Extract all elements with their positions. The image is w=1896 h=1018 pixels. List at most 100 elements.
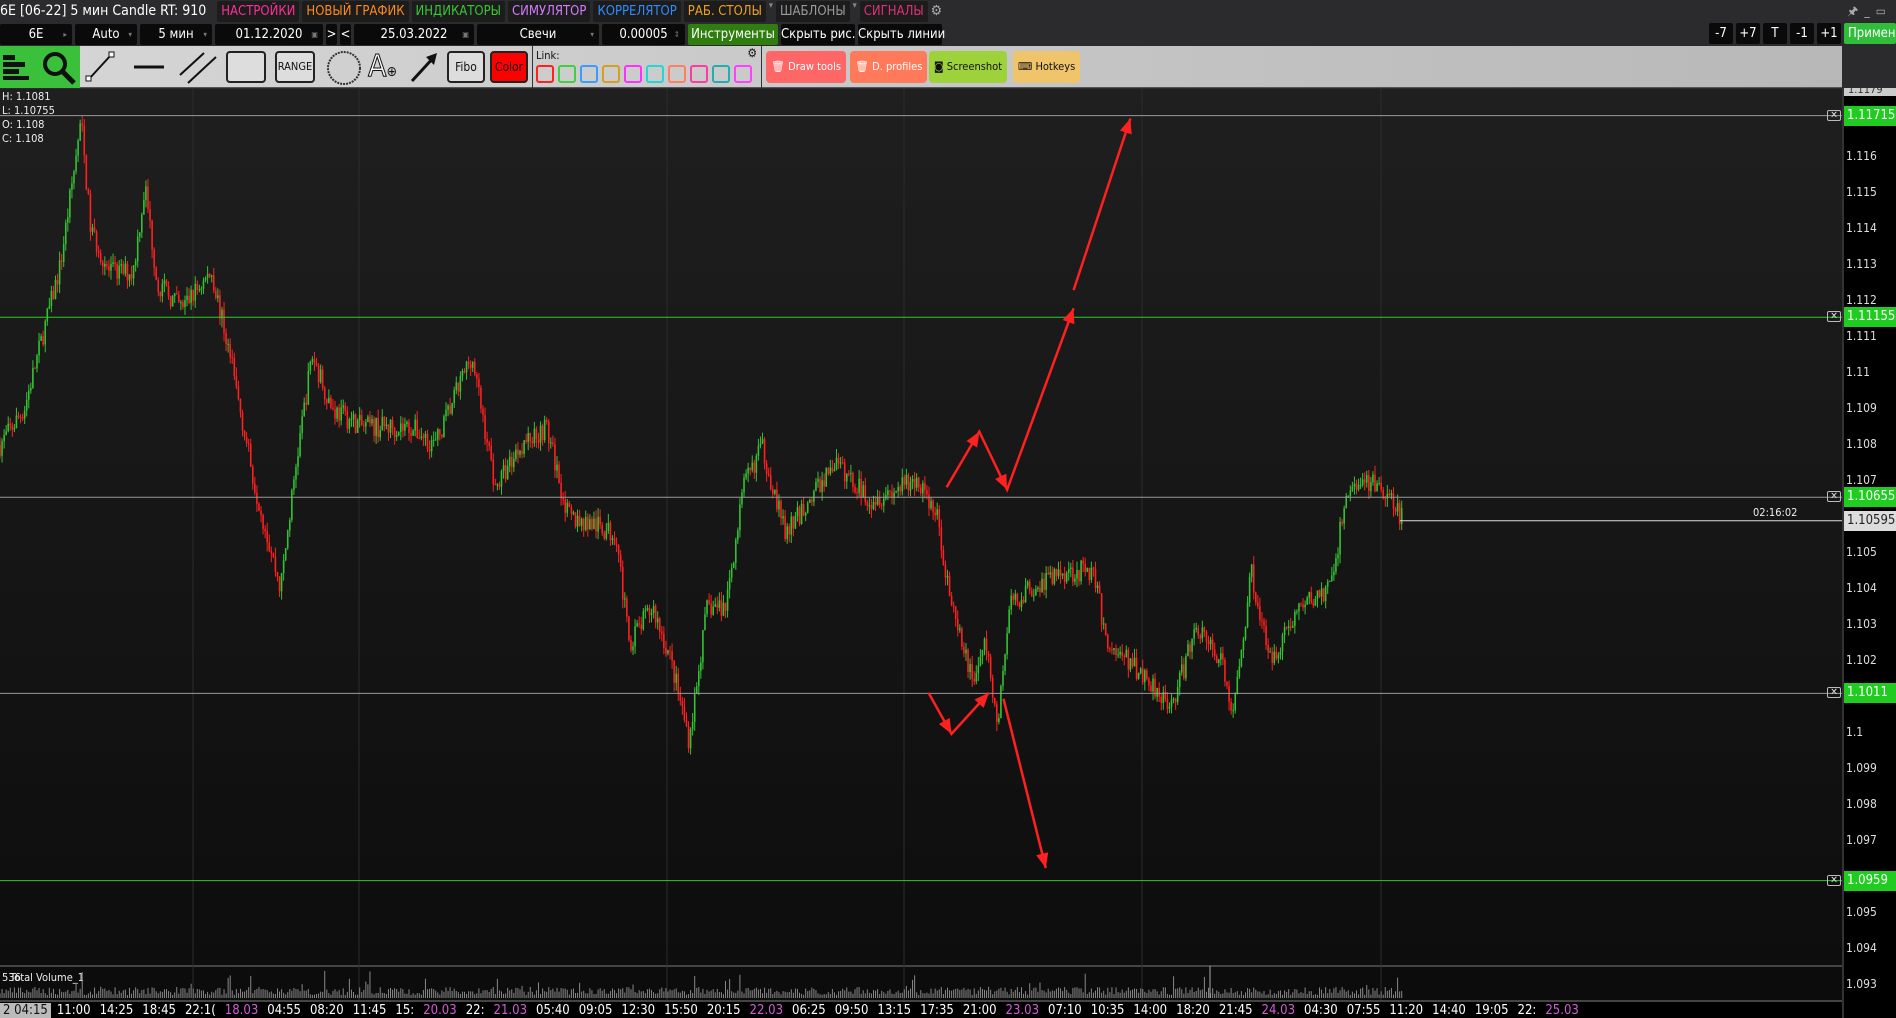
candle <box>1094 568 1097 588</box>
candle <box>270 550 273 554</box>
candle <box>1376 483 1378 492</box>
candle <box>517 449 519 455</box>
candle <box>1193 629 1195 639</box>
candle <box>1285 627 1288 629</box>
candle <box>521 450 523 454</box>
candle <box>790 516 793 535</box>
candle <box>434 439 437 441</box>
remove-level-icon[interactable]: ✕ <box>1827 687 1841 699</box>
candle <box>36 355 38 369</box>
candle <box>1263 621 1265 626</box>
candle <box>426 433 429 449</box>
candle <box>940 527 943 551</box>
candle <box>231 357 234 359</box>
candle <box>317 365 320 383</box>
candle <box>404 423 406 431</box>
candle <box>432 439 435 441</box>
candle <box>235 376 238 387</box>
candle <box>755 455 758 473</box>
candle <box>186 295 188 301</box>
candle <box>876 497 879 505</box>
remove-level-icon[interactable]: ✕ <box>1827 109 1841 121</box>
remove-level-icon[interactable]: ✕ <box>1827 311 1841 323</box>
candle <box>1146 670 1148 679</box>
candle <box>1211 639 1214 650</box>
candle <box>1252 564 1255 593</box>
candle <box>42 336 44 345</box>
candle <box>420 436 423 438</box>
candle <box>1250 564 1253 577</box>
candle <box>91 227 94 232</box>
candle <box>1111 649 1113 651</box>
candle <box>687 726 690 749</box>
candle <box>1331 575 1333 581</box>
candle <box>122 264 125 274</box>
remove-level-icon[interactable]: ✕ <box>1827 874 1841 886</box>
candle <box>225 333 227 345</box>
candle <box>258 503 260 511</box>
candle <box>691 721 694 730</box>
candle <box>414 419 416 431</box>
annotation-arrow <box>945 307 1075 493</box>
candle <box>354 414 357 433</box>
candle <box>776 489 778 510</box>
candle <box>1063 573 1066 582</box>
current-price-label: 1.10595 <box>1844 510 1896 531</box>
candle <box>93 227 96 232</box>
price-tick-label: 1.098 <box>1846 797 1877 811</box>
candle <box>1170 699 1173 707</box>
candle <box>930 500 932 509</box>
candle <box>399 423 402 433</box>
candle <box>829 467 832 474</box>
price-tick-label: 1.116 <box>1846 149 1877 163</box>
candle <box>712 606 714 615</box>
candle <box>1129 658 1132 670</box>
candle <box>654 605 657 623</box>
candle <box>441 434 443 438</box>
candle <box>946 575 949 578</box>
candle <box>198 289 201 291</box>
candle <box>169 296 172 307</box>
candle <box>634 626 636 647</box>
candle <box>913 478 916 488</box>
candle <box>338 407 340 421</box>
candle <box>204 277 207 281</box>
candle <box>367 416 369 423</box>
candle <box>206 274 209 278</box>
candle <box>860 478 862 498</box>
candle <box>126 263 129 281</box>
candle <box>576 515 579 527</box>
candle <box>167 286 170 297</box>
candle <box>1322 588 1325 602</box>
candle <box>987 653 990 657</box>
candle <box>1096 585 1099 588</box>
candle <box>1150 685 1152 692</box>
candle <box>928 494 930 509</box>
candle <box>504 465 507 480</box>
candle <box>1396 503 1399 512</box>
candle <box>967 649 969 673</box>
candle <box>1365 475 1368 483</box>
candle <box>819 479 821 492</box>
candle <box>636 623 638 627</box>
candle <box>841 462 844 464</box>
candle <box>15 415 18 428</box>
candle <box>673 660 675 683</box>
candle <box>926 489 928 495</box>
candle <box>905 474 908 485</box>
candle <box>110 263 112 271</box>
remove-level-icon[interactable]: ✕ <box>1827 491 1841 503</box>
candle <box>858 478 860 493</box>
candle <box>1135 657 1138 679</box>
candle <box>1324 586 1327 602</box>
candle <box>1378 482 1380 484</box>
candle <box>476 374 478 379</box>
candle <box>615 544 618 546</box>
chart-plot <box>0 89 1842 1000</box>
candle <box>362 425 365 427</box>
candle <box>971 663 973 679</box>
candle <box>1123 656 1126 658</box>
price-tick-label: 1.113 <box>1846 257 1877 271</box>
candle <box>128 274 131 281</box>
candle <box>424 433 427 438</box>
